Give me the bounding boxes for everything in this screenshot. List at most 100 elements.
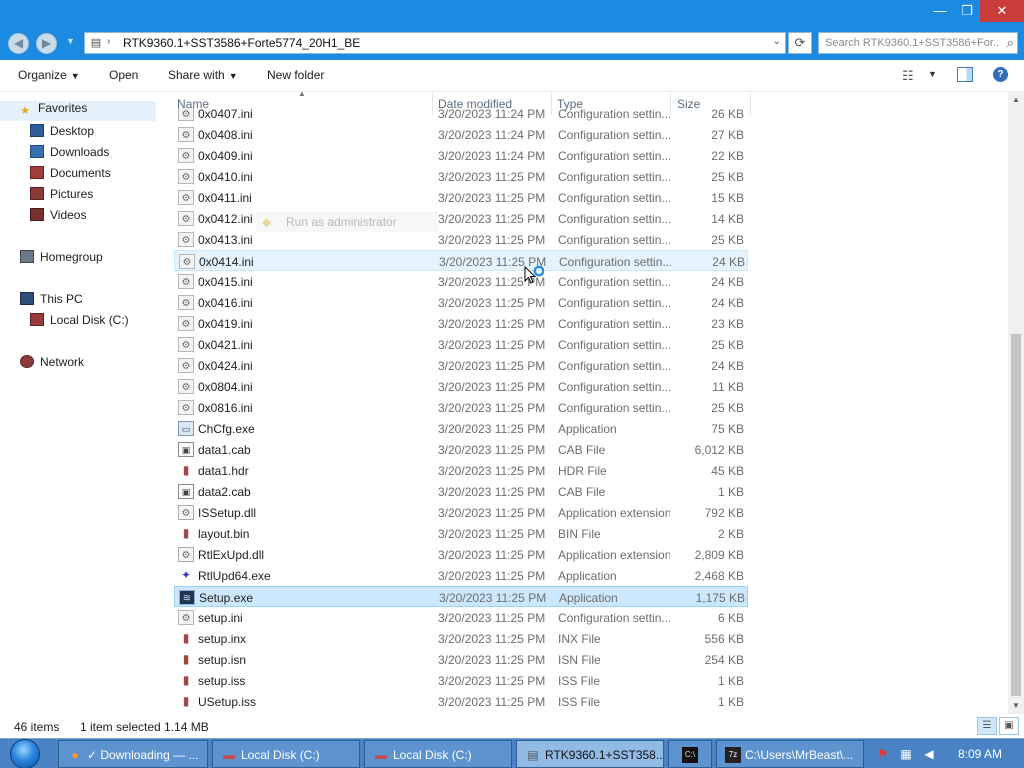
file-name: 0x0414.ini xyxy=(199,255,254,269)
scroll-up-icon[interactable]: ▲ xyxy=(1008,92,1024,108)
recent-locations-icon[interactable]: ▼ xyxy=(66,36,75,46)
file-name: 0x0421.ini xyxy=(198,338,253,352)
file-row[interactable]: ▣ data2.cab 3/20/2023 11:25 PM CAB File 1 KB xyxy=(174,481,748,502)
new-folder-button[interactable]: New folder xyxy=(267,68,324,82)
file-row[interactable]: ▮ setup.isn 3/20/2023 11:25 PM ISN File 254 … xyxy=(174,649,748,670)
file-row[interactable]: ⚙ 0x0816.ini 3/20/2023 11:25 PM Configurati… xyxy=(174,397,748,418)
help-icon[interactable]: ? xyxy=(993,67,1008,82)
nav-desktop[interactable]: Desktop xyxy=(30,124,94,144)
open-button[interactable]: Open xyxy=(109,68,138,82)
search-icon[interactable]: ⌕ xyxy=(1007,35,1014,51)
navigation-pane: ★ Favorites Desktop Downloads Documents P… xyxy=(0,93,160,715)
drive-icon: ▬ xyxy=(223,748,235,762)
file-row[interactable]: ⚙ 0x0408.ini 3/20/2023 11:24 PM Configurati… xyxy=(174,124,748,145)
file-row[interactable]: ⚙ 0x0407.ini 3/20/2023 11:24 PM Configurati… xyxy=(174,108,748,124)
taskbar-local-disk-1[interactable]: ▬ Local Disk (C:) xyxy=(212,740,360,768)
chevron-down-icon[interactable]: ⌄ xyxy=(773,36,781,47)
large-icons-view-icon[interactable]: ▣ xyxy=(999,717,1019,735)
file-name: 0x0804.ini xyxy=(198,380,253,394)
file-row[interactable]: ▮ layout.bin 3/20/2023 11:25 PM BIN File 2 K… xyxy=(174,523,748,544)
file-row[interactable]: ⚙ 0x0424.ini 3/20/2023 11:25 PM Configurati… xyxy=(174,355,748,376)
file-row[interactable]: ⚙ 0x0409.ini 3/20/2023 11:24 PM Configurati… xyxy=(174,145,748,166)
view-options-icon[interactable]: ☷ xyxy=(902,68,914,84)
volume-muted-icon[interactable]: ◀ xyxy=(921,746,937,762)
file-row[interactable]: ⚙ ISSetup.dll 3/20/2023 11:25 PM Applicatio… xyxy=(174,502,748,523)
file-type: Configuration settin... xyxy=(558,611,670,625)
file-row[interactable]: ⚙ 0x0414.ini 3/20/2023 11:25 PM Configurati… xyxy=(174,250,748,271)
file-row[interactable]: ⚙ 0x0413.ini 3/20/2023 11:25 PM Configurati… xyxy=(174,229,748,250)
preview-pane-icon[interactable] xyxy=(957,67,973,82)
nav-downloads[interactable]: Downloads xyxy=(30,145,109,165)
file-name: 0x0410.ini xyxy=(198,170,253,184)
network-disconnected-icon[interactable]: ▦ xyxy=(898,746,914,762)
nav-favorites-label: Favorites xyxy=(38,101,88,115)
file-row[interactable]: ⚙ setup.ini 3/20/2023 11:25 PM Configuratio… xyxy=(174,607,748,628)
file-row[interactable]: ⚙ 0x0421.ini 3/20/2023 11:25 PM Configurati… xyxy=(174,334,748,355)
file-row[interactable]: ⚙ 0x0415.ini 3/20/2023 11:25 PM Configurati… xyxy=(174,271,748,292)
scroll-thumb[interactable] xyxy=(1011,334,1021,696)
file-cab-icon: ▣ xyxy=(178,484,194,499)
maximize-button[interactable]: ❐ xyxy=(954,0,980,22)
file-date: 3/20/2023 11:25 PM xyxy=(438,611,546,625)
file-row[interactable]: ⚙ 0x0410.ini 3/20/2023 11:25 PM Configurati… xyxy=(174,166,748,187)
file-type: CAB File xyxy=(558,485,606,499)
share-with-button[interactable]: Share with ▼ xyxy=(168,68,238,82)
nav-local-disk[interactable]: Local Disk (C:) xyxy=(30,313,129,333)
taskbar-cmd[interactable]: 7z C:\Users\MrBeast\... xyxy=(716,740,864,768)
file-row[interactable]: ⚙ RtlExUpd.dll 3/20/2023 11:25 PM Applicati… xyxy=(174,544,748,565)
item-count: 46 items xyxy=(14,720,60,734)
nav-homegroup[interactable]: Homegroup xyxy=(20,250,103,270)
ghost-tooltip-text: Run as administrator xyxy=(286,215,397,229)
file-row[interactable]: ▮ data1.hdr 3/20/2023 11:25 PM HDR File 45 K… xyxy=(174,460,748,481)
system-clock[interactable]: 8:09 AM xyxy=(958,747,1002,761)
nav-documents[interactable]: Documents xyxy=(30,166,111,186)
view-dropdown-icon[interactable]: ▼ xyxy=(928,69,937,79)
address-input[interactable]: ▤ › RTK9360.1+SST3586+Forte5774_20H1_BE … xyxy=(84,32,786,54)
current-path[interactable]: RTK9360.1+SST3586+Forte5774_20H1_BE xyxy=(123,36,360,50)
file-row[interactable]: ▮ setup.inx 3/20/2023 11:25 PM INX File 556 … xyxy=(174,628,748,649)
file-row[interactable]: ⚙ 0x0411.ini 3/20/2023 11:25 PM Configurati… xyxy=(174,187,748,208)
nav-pictures[interactable]: Pictures xyxy=(30,187,93,207)
refresh-button[interactable]: ⟳ xyxy=(788,32,812,54)
file-row[interactable]: ▣ data1.cab 3/20/2023 11:25 PM CAB File 6,01… xyxy=(174,439,748,460)
taskbar-console[interactable]: C:\ xyxy=(668,740,712,768)
file-row[interactable]: ▭ ChCfg.exe 3/20/2023 11:25 PM Application 7… xyxy=(174,418,748,439)
column-divider[interactable] xyxy=(750,93,751,115)
taskbar-explorer-active[interactable]: ▤ RTK9360.1+SST358... xyxy=(516,740,664,768)
search-placeholder: Search RTK9360.1+SST3586+For... xyxy=(825,37,999,49)
mouse-cursor-busy-icon xyxy=(524,266,544,284)
file-row[interactable]: ▮ USetup.iss 3/20/2023 11:25 PM ISS File 1 K… xyxy=(174,691,748,712)
back-button[interactable]: ◀ xyxy=(8,33,29,54)
file-ini-icon: ⚙ xyxy=(178,108,194,121)
file-name: 0x0416.ini xyxy=(198,296,253,310)
nav-this-pc[interactable]: This PC xyxy=(20,292,83,312)
file-type: HDR File xyxy=(558,464,607,478)
chevron-right-icon[interactable]: › xyxy=(107,36,110,47)
file-row[interactable]: ⚙ 0x0419.ini 3/20/2023 11:25 PM Configurati… xyxy=(174,313,748,334)
file-row[interactable]: ≋ Setup.exe 3/20/2023 11:25 PM Application 1… xyxy=(174,586,748,607)
computer-icon xyxy=(20,292,34,305)
file-row[interactable]: ▮ setup.iss 3/20/2023 11:25 PM ISS File 1 KB xyxy=(174,670,748,691)
start-button[interactable] xyxy=(6,739,44,768)
minimize-button[interactable]: — xyxy=(926,0,954,22)
file-blk-icon: ▮ xyxy=(182,631,190,645)
details-view-icon[interactable]: ☰ xyxy=(977,717,997,735)
nav-videos[interactable]: Videos xyxy=(30,208,86,228)
nav-favorites[interactable]: ★ Favorites xyxy=(0,101,156,121)
file-row[interactable]: ⚙ 0x0416.ini 3/20/2023 11:25 PM Configurati… xyxy=(174,292,748,313)
file-row[interactable]: ✦ RtlUpd64.exe 3/20/2023 11:25 PM Applicati… xyxy=(174,565,748,586)
scroll-down-icon[interactable]: ▼ xyxy=(1008,698,1024,714)
file-row[interactable]: ⚙ 0x0804.ini 3/20/2023 11:25 PM Configurati… xyxy=(174,376,748,397)
nav-this-pc-label: This PC xyxy=(40,292,83,306)
vertical-scrollbar[interactable]: ▲ ▼ xyxy=(1008,92,1024,714)
taskbar-firefox[interactable]: ● ✓ Downloading — ... xyxy=(58,740,208,768)
close-button[interactable]: ✕ xyxy=(980,0,1024,22)
flag-warning-icon[interactable]: ⚑ xyxy=(875,746,891,762)
taskbar-local-disk-2[interactable]: ▬ Local Disk (C:) xyxy=(364,740,512,768)
nav-network-label: Network xyxy=(40,355,85,369)
organize-button[interactable]: Organize ▼ xyxy=(18,68,80,82)
forward-button[interactable]: ▶ xyxy=(36,33,57,54)
nav-network[interactable]: Network xyxy=(20,355,84,375)
search-input[interactable]: Search RTK9360.1+SST3586+For... ⌕ xyxy=(818,32,1018,54)
file-type: Configuration settin... xyxy=(558,401,670,415)
